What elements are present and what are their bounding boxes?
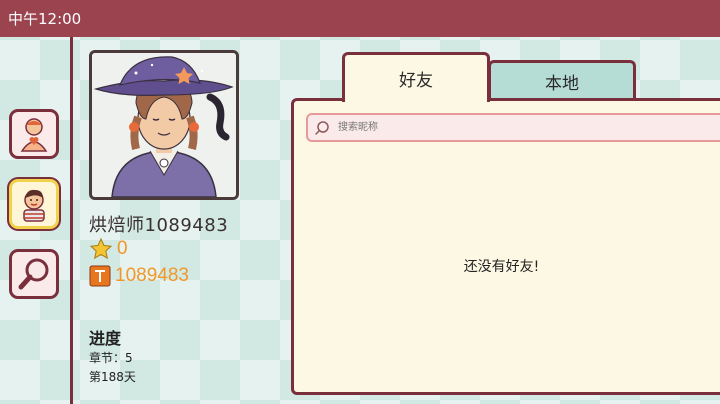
empty-friends-message: 还没有好友! bbox=[463, 259, 540, 275]
player-id: 1089483 bbox=[115, 265, 189, 286]
friends-button[interactable] bbox=[9, 179, 59, 229]
star-count-row: 0 bbox=[89, 237, 128, 261]
chapter-text: 章节：5 bbox=[89, 351, 133, 365]
boy-avatar-icon bbox=[23, 189, 45, 222]
witch-avatar-illustration bbox=[92, 53, 236, 197]
search-icon bbox=[315, 120, 329, 135]
magnifier-icon bbox=[18, 258, 49, 290]
star-count: 0 bbox=[117, 238, 128, 259]
player-avatar bbox=[89, 50, 239, 200]
day-text: 第188天 bbox=[89, 370, 136, 384]
family-button[interactable] bbox=[9, 109, 59, 159]
person-with-heart-icon bbox=[20, 118, 48, 152]
friends-panel: 还没有好友! bbox=[291, 98, 720, 395]
player-name: 烘焙师1089483 bbox=[89, 215, 229, 236]
search-input[interactable] bbox=[336, 121, 720, 134]
tab-local[interactable]: 本地 bbox=[488, 60, 636, 100]
player-id-row: 1089483 bbox=[89, 265, 189, 287]
search-bar[interactable] bbox=[306, 113, 720, 142]
star-icon bbox=[89, 237, 113, 260]
progress-title: 进度 bbox=[89, 329, 122, 348]
status-bar: 中午12:00 bbox=[0, 0, 720, 37]
left-nav-rail bbox=[0, 37, 73, 404]
tab-friends[interactable]: 好友 bbox=[342, 52, 490, 102]
id-badge-icon bbox=[89, 265, 111, 287]
search-players-button[interactable] bbox=[9, 249, 59, 299]
clock-time: 中午12:00 bbox=[8, 10, 82, 28]
